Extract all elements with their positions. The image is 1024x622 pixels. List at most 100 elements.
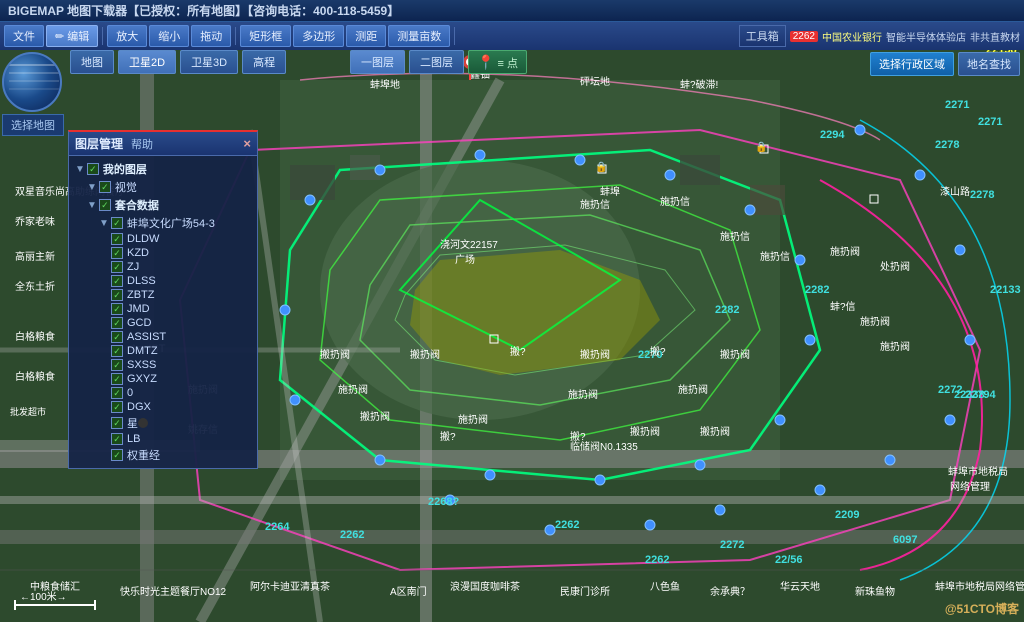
zoom-in-btn[interactable]: 放大 [107,25,147,47]
layer-item-0[interactable]: 0 [71,386,255,400]
map-type-map-btn[interactable]: 地图 [70,50,114,74]
layer-item-quanzhong[interactable]: 权重经 [71,446,255,464]
svg-text:搬扔阀: 搬扔阀 [360,410,390,423]
toolbar-sep-1 [102,27,103,45]
svg-text:搬扔阀: 搬扔阀 [720,348,750,361]
layer-panel-help-btn[interactable]: 帮助 [131,136,153,152]
layer-checkbox-0[interactable] [111,387,123,399]
rect-btn[interactable]: 矩形框 [240,25,291,47]
svg-text:阿尔卡迪亚清真茶: 阿尔卡迪亚清真茶 [250,580,330,593]
layer-checkbox-GCD[interactable] [111,317,123,329]
admin-select-btn[interactable]: 选择行政区域 [870,52,954,76]
layer-panel-close-btn[interactable]: × [243,136,251,151]
layer-checkbox-ZJ[interactable] [111,261,123,273]
svg-text:批发超市: 批发超市 [10,406,46,417]
layer-item-LB[interactable]: LB [71,432,255,446]
select-map-btn[interactable]: 选择地图 [2,114,64,136]
layer-item-DLSS[interactable]: DLSS [71,274,255,288]
drag-btn[interactable]: 拖动 [191,25,231,47]
file-menu-btn[interactable]: 文件 [4,25,44,47]
layer-item-ZBTZ[interactable]: ZBTZ [71,288,255,302]
layer-label-GCD: GCD [127,317,151,329]
measure-area-btn[interactable]: 测量亩数 [388,25,450,47]
layer-checkbox-ZBTZ[interactable] [111,289,123,301]
layer-item-GXYZ[interactable]: GXYZ [71,372,255,386]
layer-item-ZJ[interactable]: ZJ [71,260,255,274]
layer-checkbox-suite[interactable] [99,199,111,211]
svg-text:浪漫国度咖啡茶: 浪漫国度咖啡茶 [450,580,520,593]
layer-checkbox-DMTZ[interactable] [111,345,123,357]
layer-checkbox-DGX[interactable] [111,401,123,413]
svg-text:←100米→: ←100米→ [20,590,67,603]
layer-checkbox-SXSS[interactable] [111,359,123,371]
chevron-icon-visual: ▼ [87,182,97,193]
svg-text:全东土折: 全东土折 [15,280,55,293]
polygon-btn[interactable]: 多边形 [293,25,344,47]
svg-text:施扔信: 施扔信 [720,230,750,243]
map-type-elevation-btn[interactable]: 高程 [242,50,286,74]
layer-checkbox-GXYZ[interactable] [111,373,123,385]
toolbox-btn[interactable]: 工具箱 [739,25,786,47]
svg-text:新珠鱼物: 新珠鱼物 [855,585,895,598]
svg-text:漆山路: 漆山路 [940,185,970,198]
layer-checkbox-DLSS[interactable] [111,275,123,287]
map-type-sat3d-btn[interactable]: 卫星3D [180,50,238,74]
svg-text:施扔信: 施扔信 [580,198,610,211]
layer-checkbox-JMD[interactable] [111,303,123,315]
layer2-btn[interactable]: 二图层 [409,50,464,74]
svg-text:2294: 2294 [820,129,845,141]
layer-checkbox-visual[interactable] [99,181,111,193]
svg-text:白格粮食: 白格粮食 [15,370,55,383]
svg-text:搬扔阀: 搬扔阀 [630,425,660,438]
bank-label: 中国农业银行 [822,29,882,44]
layer-checkbox-ASSIST[interactable] [111,331,123,343]
layer-checkbox-quanzhong[interactable] [111,449,123,461]
layer-item-DMTZ[interactable]: DMTZ [71,344,255,358]
layer-item-star[interactable]: 星 [71,414,255,432]
layer-item-KZD[interactable]: KZD [71,246,255,260]
layer-checkbox-star[interactable] [111,417,123,429]
layer-item-GCD[interactable]: GCD [71,316,255,330]
layer-item-DGX[interactable]: DGX [71,400,255,414]
svg-text:搬扔阀: 搬扔阀 [410,348,440,361]
layer-item-DLDW[interactable]: DLDW [71,232,255,246]
svg-text:22133: 22133 [990,284,1021,296]
svg-text:搬扔阀: 搬扔阀 [320,348,350,361]
svg-text:搬?: 搬? [650,345,666,358]
layer-checkbox-KZD[interactable] [111,247,123,259]
layer-checkbox-my-layers[interactable] [87,163,99,175]
svg-text:22338: 22338 [954,389,985,401]
layer-item-my-layers[interactable]: ▼ 我的图层 [71,160,255,178]
globe-icon[interactable] [2,52,62,112]
layer-panel-title: 图层管理 [75,135,123,152]
map-type-sat2d-btn[interactable]: 卫星2D [118,50,176,74]
svg-text:施扔阀: 施扔阀 [880,340,910,353]
layer-item-JMD[interactable]: JMD [71,302,255,316]
zoom-out-btn[interactable]: 缩小 [149,25,189,47]
measure-btn[interactable]: 测距 [346,25,386,47]
layer-item-suite-data[interactable]: ▼ 套合数据 [71,196,255,214]
layer-label-GXYZ: GXYZ [127,373,157,385]
layer-item-ASSIST[interactable]: ASSIST [71,330,255,344]
svg-text:2271: 2271 [978,116,1002,128]
edit-btn[interactable]: ✏ 编辑 [46,25,98,47]
svg-text:2209: 2209 [835,509,859,521]
layer-checkbox-LB[interactable] [111,433,123,445]
layer-label-SXSS: SXSS [127,359,156,371]
svg-text:临储阀N0.1335: 临储阀N0.1335 [570,440,638,453]
layer-checkbox-DLDW[interactable] [111,233,123,245]
svg-text:施扔阀: 施扔阀 [678,383,708,396]
layer-checkbox-site[interactable] [111,217,123,229]
layer-item-SXSS[interactable]: SXSS [71,358,255,372]
svg-text:搬扔阀: 搬扔阀 [580,348,610,361]
affiliate-label: 非共直教材 [970,29,1020,44]
location-search-btn[interactable]: 地名查找 [958,52,1020,76]
layer1-btn[interactable]: 一图层 [350,50,405,74]
layer-item-site[interactable]: ▼ 蚌埠文化广场54-3 [71,214,255,232]
svg-text:网络管理: 网络管理 [950,480,990,493]
layer-item-visual[interactable]: ▼ 视觉 [71,178,255,196]
svg-text:2278: 2278 [970,189,994,201]
svg-text:施扔阀: 施扔阀 [338,383,368,396]
svg-text:2278: 2278 [935,139,959,151]
point-btn[interactable]: 📍 ≡ 点 [468,50,527,74]
